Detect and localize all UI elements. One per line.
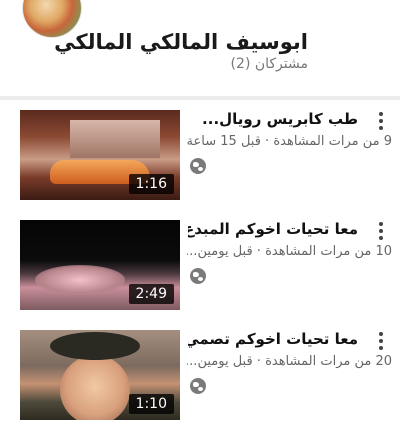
video-item[interactable]: 2:49 معا تحيات اخوكم المبدع... 10 من مرا… [0,210,400,322]
video-title[interactable]: طب كابريس رويال... [188,110,358,128]
video-thumbnail[interactable]: 1:16 [20,110,180,200]
more-options-icon[interactable] [376,332,386,354]
thumbnail-image [60,355,130,420]
video-meta: 20 من مرات المشاهدة · قبل يومين... [187,354,392,369]
video-item[interactable]: 1:10 معا تحيات اخوكم تصمي... 20 من مرات … [0,320,400,432]
video-title[interactable]: معا تحيات اخوكم تصمي... [188,330,358,348]
video-duration: 1:10 [128,394,174,414]
video-thumbnail[interactable]: 2:49 [20,220,180,310]
video-meta: 9 من مرات المشاهدة · قبل 15 ساعة [187,134,392,149]
globe-icon [190,158,206,174]
video-title[interactable]: معا تحيات اخوكم المبدع... [188,220,358,238]
thumbnail-image [70,120,160,158]
globe-icon [190,378,206,394]
video-thumbnail[interactable]: 1:10 [20,330,180,420]
thumbnail-image [35,265,125,295]
video-meta: 10 من مرات المشاهدة · قبل يومين... [187,244,392,259]
more-options-icon[interactable] [376,222,386,244]
subscriber-count: مشتركان (2) [230,56,308,72]
globe-icon [190,268,206,284]
video-duration: 1:16 [128,174,174,194]
video-duration: 2:49 [128,284,174,304]
more-options-icon[interactable] [376,112,386,134]
thumbnail-image [50,332,140,360]
channel-header: ابوسيف المالكي المالكي مشتركان (2) [0,0,400,96]
video-item[interactable]: 1:16 طب كابريس رويال... 9 من مرات المشاه… [0,100,400,212]
channel-name: ابوسيف المالكي المالكي [54,30,308,54]
